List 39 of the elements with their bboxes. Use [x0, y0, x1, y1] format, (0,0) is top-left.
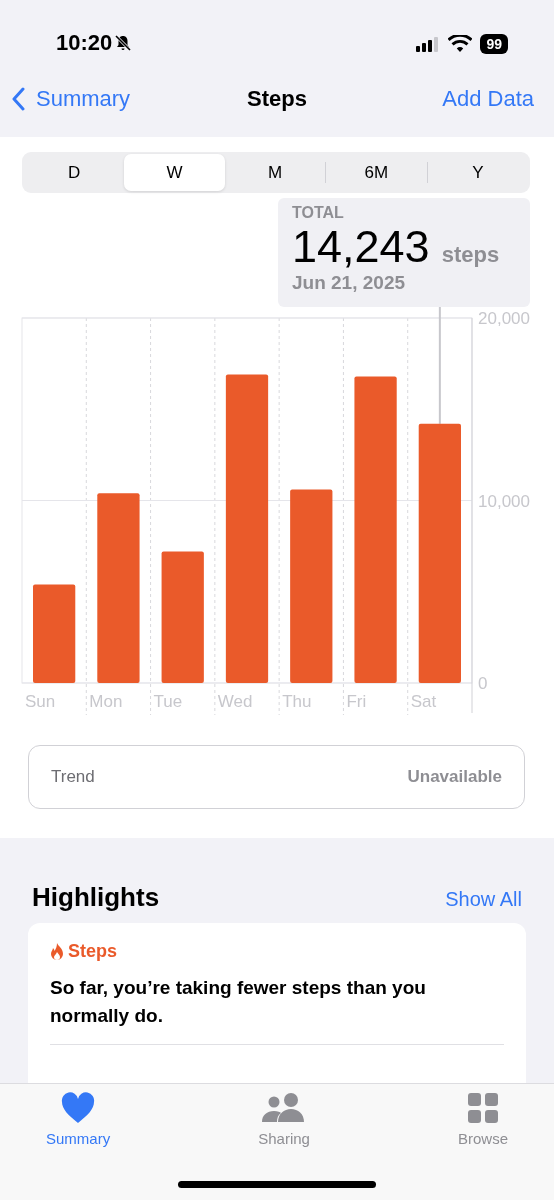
x-axis-label: Sat	[410, 692, 437, 711]
battery-level: 99	[480, 34, 508, 54]
range-tab[interactable]: W	[124, 154, 225, 191]
add-data-button[interactable]: Add Data	[442, 85, 534, 112]
signal-icon	[416, 36, 441, 52]
range-tab[interactable]: 6M	[325, 162, 427, 183]
page-title: Steps	[247, 85, 307, 112]
heart-icon	[61, 1092, 96, 1124]
y-axis-label: 10,000	[478, 491, 530, 511]
x-axis-label: Fri	[346, 692, 367, 711]
total-value: 14,243	[292, 222, 430, 272]
x-axis-label: Thu	[282, 692, 312, 711]
range-tab[interactable]: M	[224, 154, 326, 191]
tab-bar-item[interactable]: Browse	[451, 1092, 514, 1148]
section-title: Highlights	[32, 882, 160, 913]
y-axis-label: 20,000	[478, 309, 530, 328]
callout-date: Jun 21, 2025	[292, 272, 406, 294]
x-axis-label: Tue	[153, 692, 183, 711]
y-axis-label: 0	[478, 674, 488, 693]
tab-bar-item[interactable]: Sharing	[252, 1092, 316, 1148]
grid-icon	[466, 1092, 499, 1124]
tab-bar-item[interactable]: Summary	[40, 1092, 117, 1148]
trend-value: Unavailable	[407, 767, 502, 787]
range-tab[interactable]: D	[24, 154, 125, 191]
category-label: Steps	[68, 941, 118, 962]
x-axis-label: Sun	[25, 692, 56, 711]
chevron-left-icon	[12, 86, 26, 111]
highlight-text: So far, you’re taking fewer steps than you normally do.	[50, 976, 427, 1028]
wifi-icon	[448, 35, 473, 53]
x-axis-label: Mon	[89, 692, 123, 711]
total-unit: steps	[441, 242, 500, 268]
status-time: 10:20	[56, 30, 113, 56]
trend-label: Trend	[51, 767, 95, 787]
flame-icon	[50, 942, 64, 961]
show-all-link[interactable]: Show All	[445, 888, 522, 911]
x-axis-label: Wed	[217, 692, 253, 711]
back-button[interactable]: Summary	[12, 85, 131, 112]
callout-label: TOTAL	[292, 204, 344, 222]
range-tab[interactable]: Y	[426, 162, 529, 183]
